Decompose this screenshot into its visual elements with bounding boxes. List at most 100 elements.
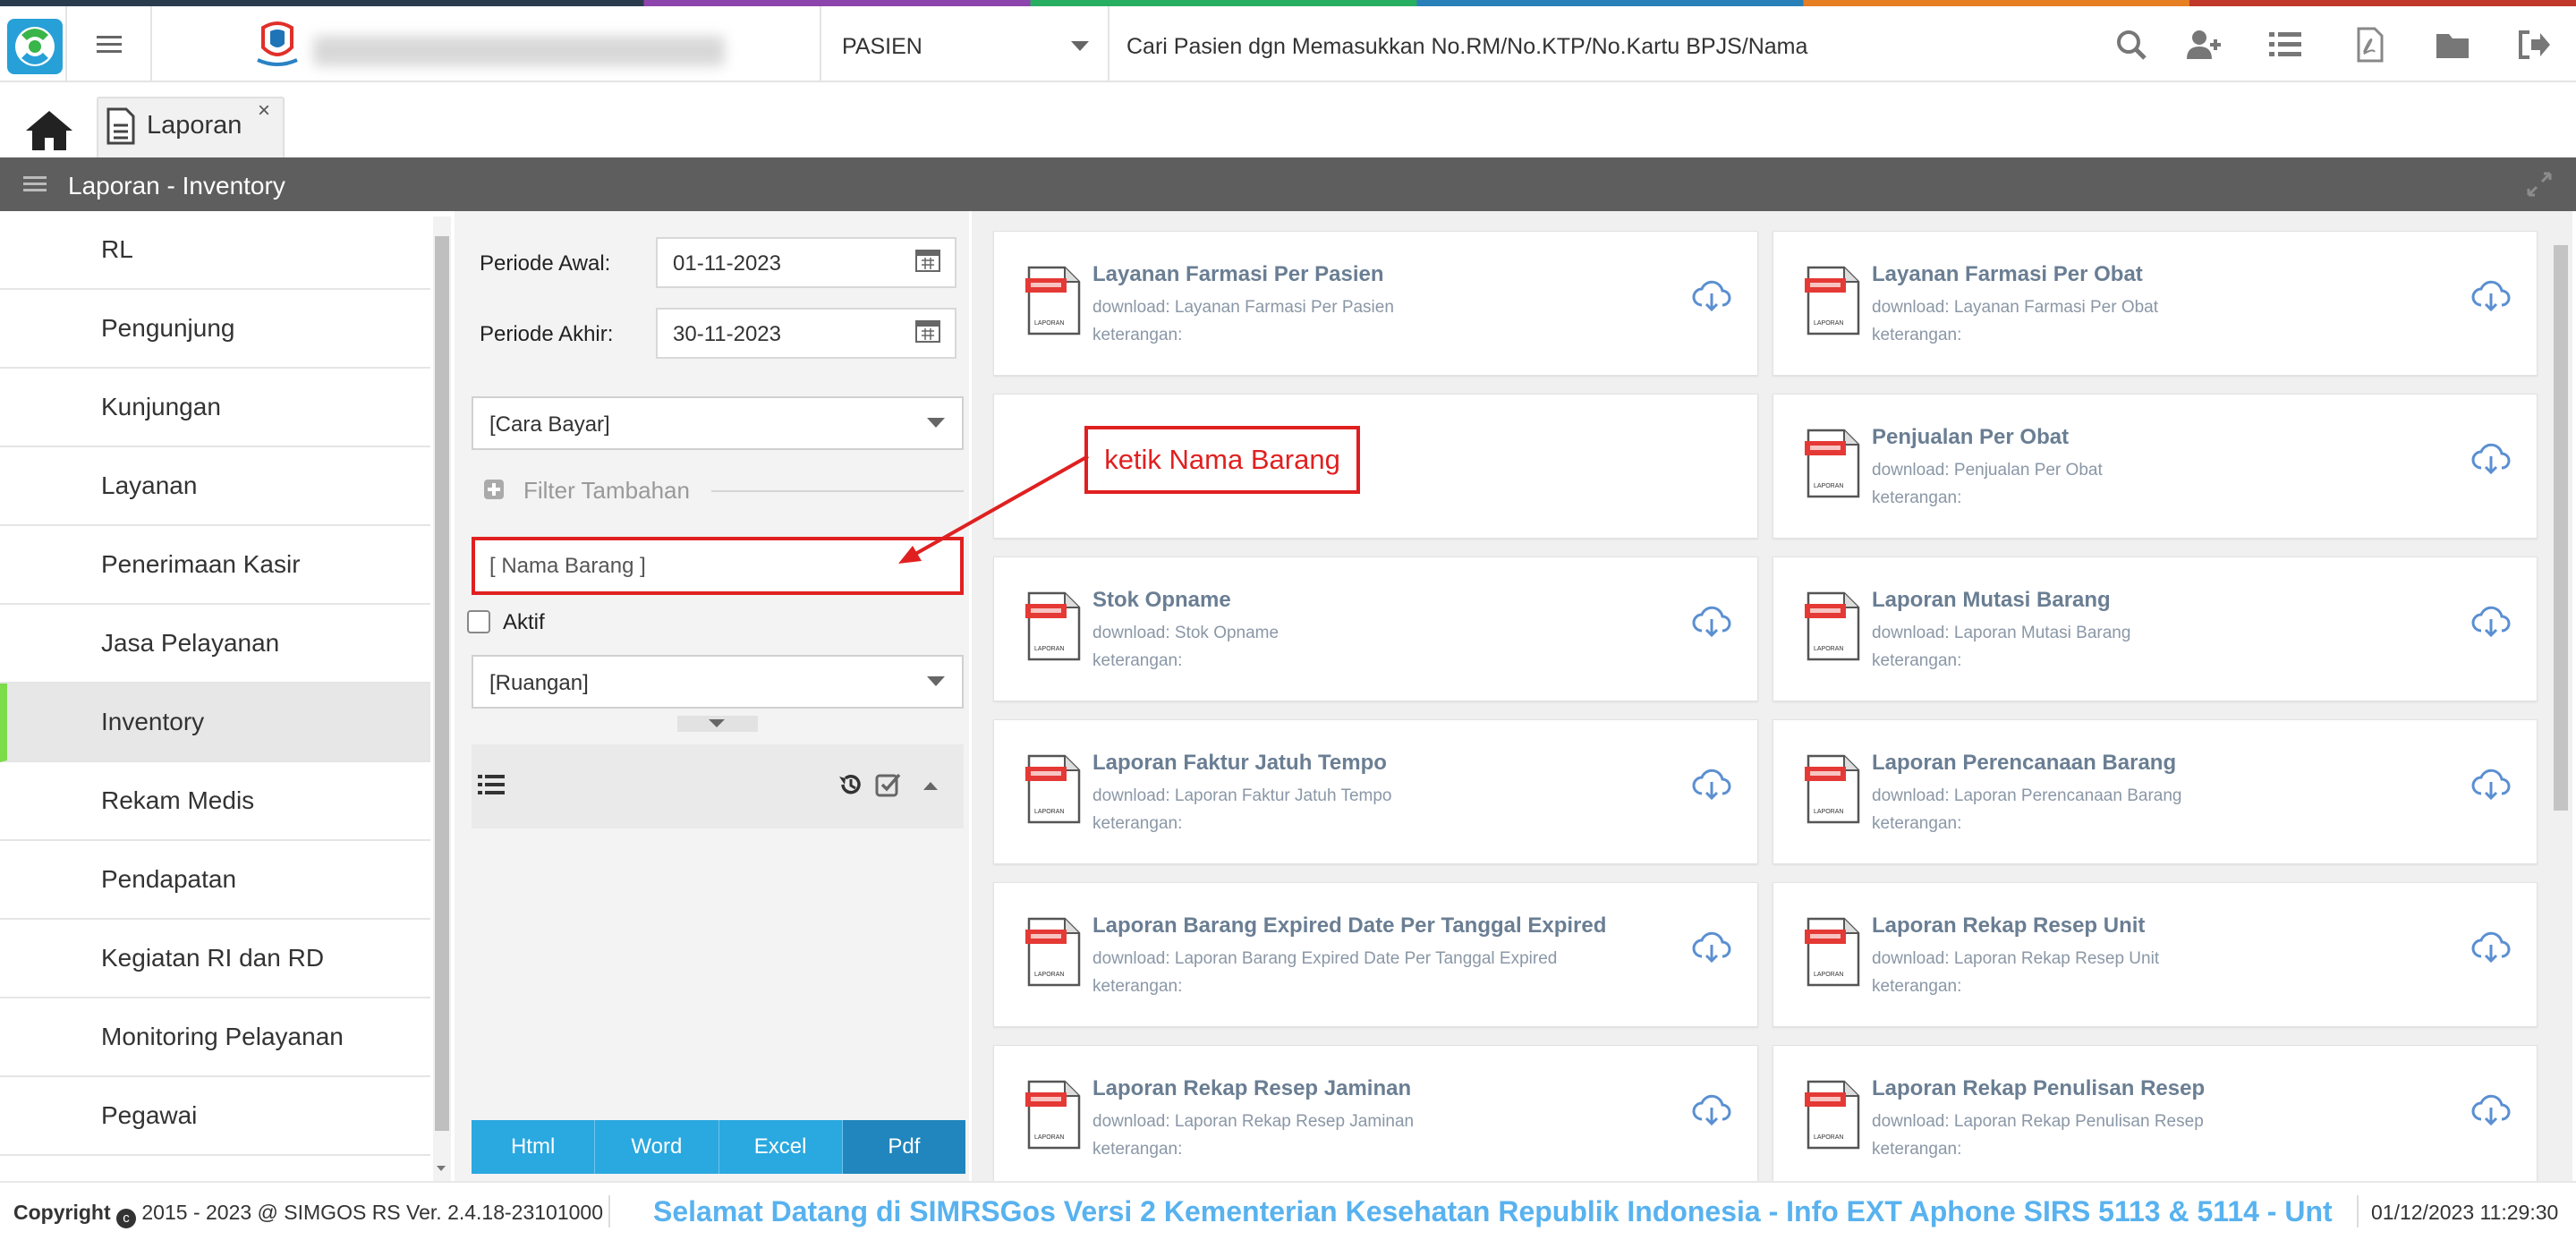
cloud-download-icon[interactable] xyxy=(2470,278,2512,314)
report-card[interactable]: LAPORAN Laporan Faktur Jatuh Tempo downl… xyxy=(993,719,1758,864)
report-card[interactable]: LAPORAN Laporan Rekap Resep Jaminan down… xyxy=(993,1045,1758,1190)
report-category-sidebar: RL Pengunjung Kunjungan Layanan Penerima… xyxy=(0,211,430,1181)
report-card[interactable]: LAPORAN Layanan Farmasi Per Obat downloa… xyxy=(1773,231,2538,376)
export-html-button[interactable]: Html xyxy=(472,1120,596,1174)
sidebar-item-pengunjung[interactable]: Pengunjung xyxy=(0,290,430,369)
check-square-icon[interactable] xyxy=(875,771,902,798)
report-title: Laporan Barang Expired Date Per Tanggal … xyxy=(1092,913,1607,938)
report-icon-text: LAPORAN xyxy=(1814,646,1843,652)
report-download: download: Stok Opname xyxy=(1092,624,1279,642)
report-title: Laporan Rekap Penulisan Resep xyxy=(1872,1076,2206,1100)
report-keterangan: keterangan: xyxy=(1092,651,1183,670)
report-card[interactable]: LAPORAN Laporan Mutasi Barang download: … xyxy=(1773,556,2538,701)
sidebar-item-jasa-pelayanan[interactable]: Jasa Pelayanan xyxy=(0,605,430,684)
divider xyxy=(608,1195,610,1227)
scrollbar-thumb[interactable] xyxy=(2554,245,2568,811)
cloud-download-icon[interactable] xyxy=(1691,604,1732,640)
report-file-icon: LAPORAN xyxy=(1025,1080,1081,1150)
cloud-download-icon[interactable] xyxy=(1691,1092,1732,1128)
cloud-download-icon[interactable] xyxy=(2470,930,2512,965)
sidebar-item-pegawai[interactable]: Pegawai xyxy=(0,1077,430,1156)
report-title: Laporan Rekap Resep Jaminan xyxy=(1092,1076,1412,1100)
cloud-download-icon[interactable] xyxy=(2470,441,2512,477)
report-file-icon: LAPORAN xyxy=(1805,591,1860,661)
cloud-download-icon[interactable] xyxy=(1691,930,1732,965)
aktif-checkbox[interactable] xyxy=(467,610,490,633)
report-icon-text: LAPORAN xyxy=(1034,809,1064,815)
report-icon-text: LAPORAN xyxy=(1814,320,1843,327)
report-card[interactable]: LAPORAN Laporan Perencanaan Barang downl… xyxy=(1773,719,2538,864)
footer-datetime: 01/12/2023 11:29:30 xyxy=(2371,1201,2559,1224)
home-icon[interactable] xyxy=(23,107,75,152)
scroll-down-icon[interactable] xyxy=(434,1163,448,1174)
add-user-icon[interactable] xyxy=(2185,27,2221,63)
export-pdf-button[interactable]: Pdf xyxy=(842,1120,965,1174)
report-file-icon: LAPORAN xyxy=(1025,591,1081,661)
sidebar-item-monitoring-pelayanan[interactable]: Monitoring Pelayanan xyxy=(0,998,430,1077)
cloud-download-icon[interactable] xyxy=(1691,767,1732,803)
panel-menu-icon[interactable] xyxy=(23,175,47,193)
export-excel-button[interactable]: Excel xyxy=(718,1120,843,1174)
history-icon[interactable] xyxy=(837,771,864,798)
scrollbar-thumb[interactable] xyxy=(435,236,449,1131)
hospital-logo-icon xyxy=(257,21,298,66)
report-title: Layanan Farmasi Per Obat xyxy=(1872,262,2143,286)
report-keterangan: keterangan: xyxy=(1872,651,1962,670)
periode-awal-value: 01-11-2023 xyxy=(673,251,781,276)
sidebar-item-rl[interactable]: RL xyxy=(0,211,430,290)
list-icon[interactable] xyxy=(2267,27,2303,63)
report-keterangan: keterangan: xyxy=(1872,814,1962,833)
sidebar-item-penerimaan-kasir[interactable]: Penerimaan Kasir xyxy=(0,526,430,605)
filter-tambahan-toggle[interactable]: Filter Tambahan xyxy=(523,477,690,505)
aktif-label: Aktif xyxy=(503,610,545,634)
report-download: download: Laporan Rekap Penulisan Resep xyxy=(1872,1112,2204,1131)
sidebar-item-rekam-medis[interactable]: Rekam Medis xyxy=(0,762,430,841)
cloud-download-icon[interactable] xyxy=(2470,604,2512,640)
tab-close-icon[interactable]: × xyxy=(258,98,270,123)
patient-search-input[interactable]: Cari Pasien dgn Memasukkan No.RM/No.KTP/… xyxy=(1126,34,1807,60)
report-card[interactable]: LAPORAN Layanan Farmasi Per Pasien downl… xyxy=(993,231,1758,376)
report-keterangan: keterangan: xyxy=(1092,326,1183,344)
report-card[interactable]: LAPORAN Laporan Barang Expired Date Per … xyxy=(993,882,1758,1027)
report-card[interactable]: LAPORAN Laporan Rekap Resep Unit downloa… xyxy=(1773,882,2538,1027)
sidebar-item-kegiatan-ri-rd[interactable]: Kegiatan RI dan RD xyxy=(0,920,430,998)
report-list: LAPORAN Layanan Farmasi Per Pasien downl… xyxy=(972,211,2549,1190)
main-menu-button[interactable] xyxy=(67,6,152,82)
report-title: Layanan Farmasi Per Pasien xyxy=(1092,262,1384,286)
sidebar-item-layanan[interactable]: Layanan xyxy=(0,447,430,526)
sidebar-item-pendapatan[interactable]: Pendapatan xyxy=(0,841,430,920)
report-file-icon: LAPORAN xyxy=(1805,754,1860,824)
sidebar-item-kunjungan[interactable]: Kunjungan xyxy=(0,369,430,447)
search-icon[interactable] xyxy=(2113,27,2149,63)
sidebar-item-inventory[interactable]: Inventory xyxy=(0,684,430,762)
expand-icon[interactable] xyxy=(2527,172,2552,197)
folder-icon[interactable] xyxy=(2435,27,2470,63)
report-file-icon: LAPORAN xyxy=(1025,917,1081,987)
app-logo-icon xyxy=(7,19,63,74)
cloud-download-icon[interactable] xyxy=(2470,1092,2512,1128)
report-icon-text: LAPORAN xyxy=(1034,1134,1064,1141)
module-select-value: PASIEN xyxy=(842,34,922,59)
report-file-icon: LAPORAN xyxy=(1805,429,1860,498)
app-logo[interactable] xyxy=(0,6,67,82)
report-title: Laporan Rekap Resep Unit xyxy=(1872,913,2146,938)
report-card[interactable]: LAPORAN Penjualan Per Obat download: Pen… xyxy=(1773,394,2538,539)
report-file-icon: LAPORAN xyxy=(1025,266,1081,335)
chevron-up-icon[interactable] xyxy=(922,780,939,791)
report-keterangan: keterangan: xyxy=(1872,488,1962,507)
cloud-download-icon[interactable] xyxy=(2470,767,2512,803)
calendar-icon[interactable] xyxy=(914,246,941,273)
report-card[interactable]: LAPORAN Stok Opname download: Stok Opnam… xyxy=(993,556,1758,701)
plus-square-icon[interactable] xyxy=(483,479,505,500)
export-word-button[interactable]: Word xyxy=(595,1120,719,1174)
pdf-file-icon[interactable] xyxy=(2351,27,2387,63)
report-download: download: Layanan Farmasi Per Pasien xyxy=(1092,298,1394,317)
list-icon[interactable] xyxy=(478,773,505,796)
sign-out-icon[interactable] xyxy=(2515,27,2551,63)
annotation-callout: ketik Nama Barang xyxy=(1084,426,1360,494)
calendar-icon[interactable] xyxy=(914,317,941,344)
cloud-download-icon[interactable] xyxy=(1691,278,1732,314)
report-list-scrollbar[interactable] xyxy=(2549,211,2572,1181)
report-card[interactable]: LAPORAN Laporan Rekap Penulisan Resep do… xyxy=(1773,1045,2538,1190)
filter-scrollbar[interactable] xyxy=(433,217,451,1181)
